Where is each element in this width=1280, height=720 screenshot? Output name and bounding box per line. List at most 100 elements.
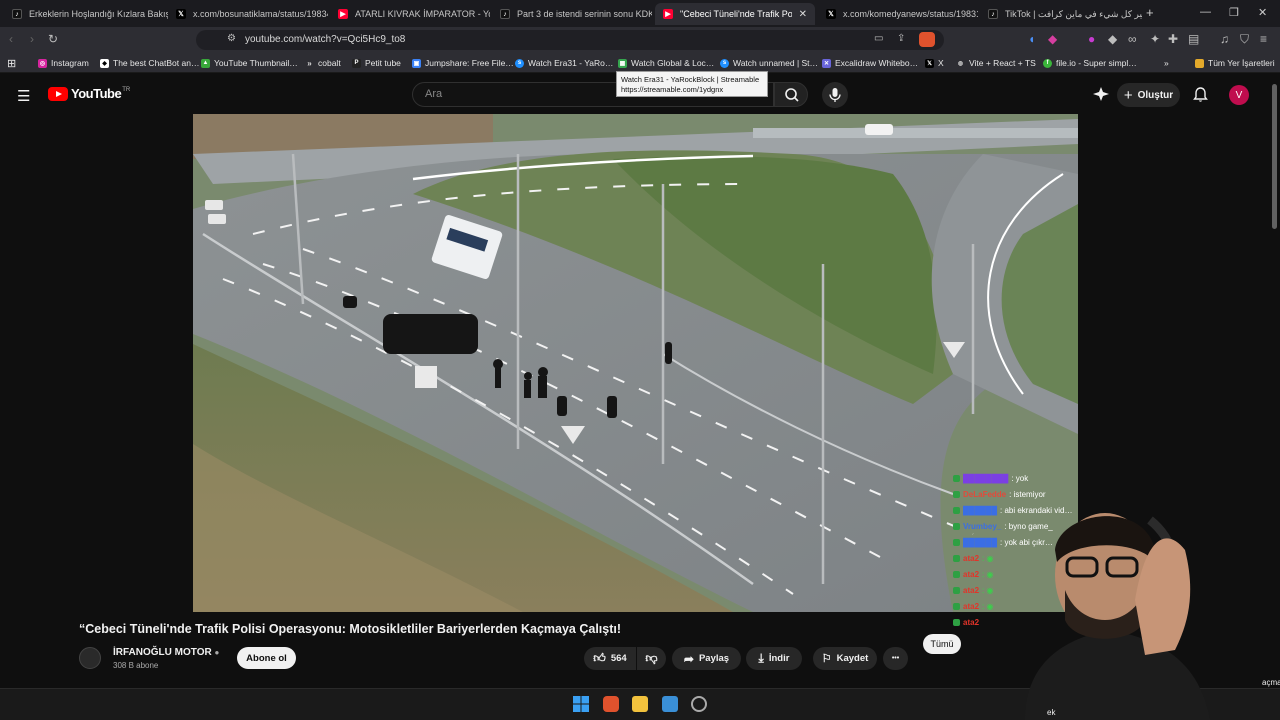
forward-icon[interactable]: ›: [30, 32, 34, 46]
back-icon[interactable]: ‹: [9, 32, 13, 46]
address-bar[interactable]: ⚙ youtube.com/watch?v=Qci5Hc9_to8 ▭ ⇪: [196, 30, 944, 50]
tooltip-url: https://streamable.com/1ydgnx: [621, 85, 724, 94]
share-label: Paylaş: [698, 653, 730, 664]
bookmark-item[interactable]: s Watch unnamed | St…: [720, 56, 818, 70]
search-button[interactable]: [774, 82, 808, 107]
browser-tab[interactable]: ▶ ATARLI KIVRAK İMPARATOR - YouTube: [330, 3, 490, 25]
chat-badge-icon: [953, 554, 960, 562]
menu-icon[interactable]: ≡: [1260, 32, 1267, 46]
chat-user: ████████: [963, 473, 1009, 483]
bookmark-label: X: [938, 58, 944, 68]
extension-icon[interactable]: ∞: [1128, 32, 1137, 46]
hamburger-menu-icon[interactable]: ☰: [17, 87, 30, 105]
bookmark-item[interactable]: » cobalt: [305, 56, 341, 70]
subscribe-button[interactable]: Abone ol: [237, 647, 296, 669]
extensions-puzzle-icon[interactable]: ✚: [1168, 32, 1178, 46]
youtube-logo[interactable]: YouTube TR: [48, 86, 130, 101]
video-player[interactable]: [193, 114, 1078, 612]
thumbs-down-icon: 👎︎: [645, 651, 658, 665]
bookmark-item[interactable]: P Petit tube: [352, 56, 401, 70]
maximize-icon[interactable]: ❐: [1229, 6, 1239, 19]
chat-badge-icon: [953, 490, 960, 498]
notifications-bell-icon[interactable]: [1193, 87, 1208, 108]
bookmark-item[interactable]: 𝕏X: [925, 56, 944, 70]
chat-badge-icon: [953, 474, 960, 482]
wallet-icon[interactable]: ⛉: [1240, 32, 1249, 47]
obs-icon[interactable]: [691, 696, 707, 712]
voice-search-button[interactable]: [822, 82, 848, 108]
tab-title: Erkeklerin Hoşlandığı Kızlara Bakışları: [29, 9, 168, 19]
extension-icon[interactable]: ✦: [1150, 32, 1160, 46]
global-icon: ▦: [618, 58, 627, 68]
brave-shield-icon[interactable]: [919, 32, 935, 47]
bookmarks-overflow-button[interactable]: »: [1164, 56, 1169, 70]
bookmark-item[interactable]: ◎ Instagram: [38, 56, 89, 70]
sidebar-icon[interactable]: ▤: [1188, 32, 1199, 46]
reload-icon[interactable]: ↻: [48, 32, 58, 46]
streamable-icon: s: [720, 58, 729, 68]
photos-app-icon[interactable]: [662, 696, 678, 712]
browser-tab[interactable]: ♪ Part 3 de istendi serinin sonu KDKSK: [492, 3, 652, 25]
bookmark-item[interactable]: ▦ Watch Global & Loc…: [618, 56, 714, 70]
windows-start-icon[interactable]: [573, 696, 589, 712]
download-button[interactable]: ⤓ İndir: [746, 647, 802, 670]
browser-tab[interactable]: ♪ TikTok | يتغير كل شيء في ماين كرافت: [980, 3, 1142, 25]
share-button[interactable]: ➦ Paylaş: [672, 647, 741, 670]
brave-browser-icon[interactable]: [603, 696, 619, 712]
petit-tube-icon: P: [352, 58, 361, 68]
bookmark-item[interactable]: f file.io - Super simpl…: [1043, 56, 1137, 70]
page-scrollbar[interactable]: [1272, 84, 1277, 229]
bookmark-item[interactable]: s Watch Era31 - YaRo…: [515, 56, 613, 70]
bookmark-item[interactable]: ◍ Vite + React + TS: [956, 56, 1036, 70]
chat-message: Vrumbey_: byno game_: [953, 518, 1163, 534]
cast-icon[interactable]: ▭: [874, 33, 883, 44]
avatar[interactable]: V: [1229, 85, 1249, 105]
chat-badge-icon: [953, 522, 960, 530]
bookmark-label: Watch Era31 - YaRo…: [528, 58, 614, 68]
apps-grid-icon[interactable]: ⊞: [7, 56, 16, 70]
minimize-icon[interactable]: —: [1200, 6, 1211, 18]
create-button[interactable]: + Oluştur: [1117, 83, 1180, 107]
browser-tab[interactable]: 𝕏 x.com/bosunatiklama/status/19834734…: [168, 3, 328, 25]
bookmark-label: Tüm Yer İşaretleri: [1208, 58, 1275, 68]
share-arrow-icon: ➦: [683, 651, 694, 666]
bookmark-item[interactable]: ▲ YouTube Thumbnail…: [201, 56, 298, 70]
browser-tab-active[interactable]: ▶ "Cebeci Tüneli'nde Trafik Polisi O… ✕: [655, 3, 815, 25]
share-icon[interactable]: ⇪: [897, 33, 905, 44]
site-settings-icon[interactable]: ⚙: [227, 33, 236, 44]
media-icon[interactable]: ♫: [1220, 32, 1229, 46]
chat-message: ata2: ◉: [953, 598, 1163, 614]
chat-user: ata2: [963, 617, 980, 627]
bookmark-item[interactable]: ▣ Jumpshare: Free File…: [412, 56, 514, 70]
new-tab-button[interactable]: +: [1146, 5, 1154, 20]
tiktok-icon: ♪: [988, 9, 998, 19]
url-text[interactable]: youtube.com/watch?v=Qci5Hc9_to8: [245, 34, 405, 45]
more-actions-button[interactable]: •••: [883, 647, 908, 670]
extension-icon[interactable]: ●: [1088, 32, 1095, 46]
all-bookmarks-folder[interactable]: Tüm Yer İşaretleri: [1195, 56, 1275, 70]
bookmark-item[interactable]: ✕ Excalidraw Whitebo…: [822, 56, 918, 70]
extension-icon[interactable]: ◆: [1048, 32, 1057, 46]
chat-message: ata2: ◉: [953, 566, 1163, 582]
channel-name-text: İRFANOĞLU MOTOR: [113, 647, 212, 658]
browser-tab[interactable]: ♪ Erkeklerin Hoşlandığı Kızlara Bakışlar…: [4, 3, 168, 25]
file-explorer-icon[interactable]: [632, 696, 648, 712]
globe-icon: ◍: [957, 60, 964, 67]
video-frame: [193, 114, 1078, 612]
ai-sparkle-icon[interactable]: [1093, 87, 1109, 101]
like-button[interactable]: 👍︎ 564: [584, 647, 636, 670]
close-window-icon[interactable]: ✕: [1258, 6, 1267, 19]
save-button[interactable]: ⚐ Kaydet: [813, 647, 877, 670]
bookmark-item[interactable]: ◆ The best ChatBot an…: [100, 56, 199, 70]
extension-icon[interactable]: ◖: [1028, 32, 1035, 46]
bookmark-label: Excalidraw Whitebo…: [835, 58, 919, 68]
filter-chip-all[interactable]: Tümü: [923, 634, 961, 654]
close-tab-icon[interactable]: ✕: [793, 9, 807, 20]
channel-name[interactable]: İRFANOĞLU MOTOR ●: [113, 647, 219, 658]
browser-tab[interactable]: 𝕏 x.com/komedyanews/status/198314…: [818, 3, 978, 25]
channel-avatar[interactable]: [79, 647, 101, 669]
bookmark-label: cobalt: [318, 58, 341, 68]
extension-icon[interactable]: ◆: [1108, 32, 1117, 46]
dislike-button[interactable]: 👎︎: [637, 647, 666, 670]
chat-user: ata2: [963, 553, 980, 563]
